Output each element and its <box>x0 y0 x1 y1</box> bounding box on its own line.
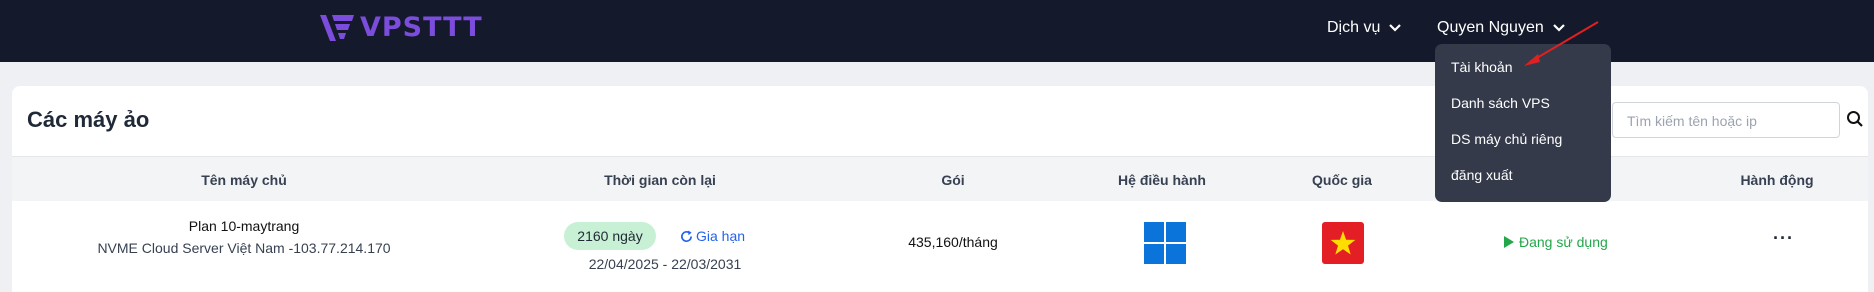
header-actions: Hành động <box>1740 172 1814 188</box>
page-title: Các máy ảo <box>27 107 150 132</box>
services-menu[interactable]: Dịch vụ <box>1327 19 1402 37</box>
header-plan: Gói <box>941 172 965 188</box>
services-label: Dịch vụ <box>1327 19 1381 36</box>
plan-price: 435,160/tháng <box>908 234 998 250</box>
header-country: Quốc gia <box>1312 172 1372 188</box>
user-menu[interactable]: Quyen Nguyen <box>1437 19 1566 37</box>
status-active: Đang sử dụng <box>1504 234 1608 250</box>
server-name: Plan 10-maytrang <box>188 218 300 234</box>
more-actions-button[interactable]: ··· <box>1773 228 1794 249</box>
extend-label: Gia hạn <box>696 228 746 244</box>
menu-item-vps-list[interactable]: Danh sách VPS <box>1451 95 1550 111</box>
menu-item-account[interactable]: Tài khoản <box>1451 59 1512 75</box>
date-range: 22/04/2025 - 22/03/2031 <box>588 256 742 272</box>
windows-logo-icon <box>1144 222 1186 264</box>
user-name: Quyen Nguyen <box>1437 19 1544 36</box>
chevron-down-icon <box>1552 24 1565 32</box>
header-server-name: Tên máy chủ <box>201 172 287 188</box>
days-remaining-badge: 2160 ngày <box>564 222 656 250</box>
search-icon[interactable] <box>1846 110 1864 128</box>
refresh-icon <box>681 229 692 242</box>
header-os: Hệ điều hành <box>1118 172 1206 188</box>
menu-item-dedicated-servers[interactable]: DS máy chủ riêng <box>1451 131 1562 147</box>
vietnam-flag-icon <box>1322 222 1364 264</box>
extend-link[interactable]: Gia hạn <box>680 228 745 244</box>
server-description: NVME Cloud Server Việt Nam -103.77.214.1… <box>97 240 391 256</box>
user-dropdown-menu: Tài khoản Danh sách VPS DS máy chủ riêng… <box>1435 44 1611 202</box>
play-icon <box>1504 236 1514 248</box>
table-row: Plan 10-maytrang NVME Cloud Server Việt … <box>12 200 1868 292</box>
logo[interactable]: VPSTTT <box>318 12 483 43</box>
logo-text: VPSTTT <box>360 12 483 43</box>
logo-mark-icon <box>320 14 354 41</box>
search-input[interactable]: Tìm kiếm tên hoặc ip <box>1612 102 1840 138</box>
header-time-left: Thời gian còn lại <box>604 172 716 188</box>
menu-item-logout[interactable]: đăng xuất <box>1451 167 1513 183</box>
chevron-down-icon <box>1389 24 1402 32</box>
status-label: Đang sử dụng <box>1519 234 1608 250</box>
